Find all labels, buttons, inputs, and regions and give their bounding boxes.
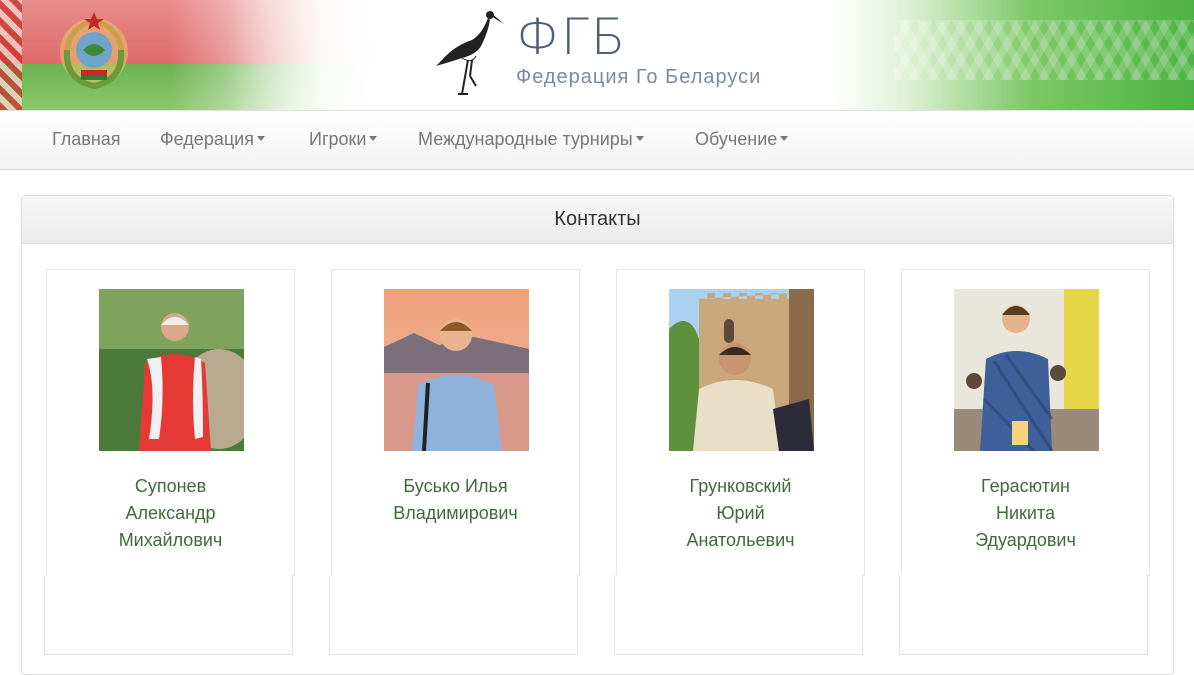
name-line: Супонев bbox=[134, 476, 207, 496]
nav-item-learning[interactable]: Обучение bbox=[695, 129, 789, 150]
nav-item-label: Федерация bbox=[160, 129, 254, 149]
caret-down-icon bbox=[369, 135, 378, 141]
contact-name-link[interactable]: Супонев Александр Михайлович bbox=[47, 473, 294, 554]
contact-card-next bbox=[44, 575, 293, 655]
contact-card-next bbox=[329, 575, 578, 655]
belarus-emblem-icon bbox=[60, 12, 128, 90]
panel-title: Контакты bbox=[22, 196, 1173, 244]
contact-card: Герасютин Никита Эдуардович bbox=[901, 269, 1150, 576]
name-line: Грунковский bbox=[689, 476, 792, 496]
contact-photo[interactable] bbox=[953, 289, 1099, 451]
contact-card-next bbox=[614, 575, 863, 655]
caret-down-icon bbox=[780, 135, 789, 141]
banner-fade bbox=[170, 0, 390, 110]
contact-name-link[interactable]: Герасютин Никита Эдуардович bbox=[902, 473, 1149, 554]
contact-card: Бусько Илья Владимирович bbox=[331, 269, 580, 576]
name-line: Никита bbox=[995, 503, 1056, 523]
contact-photo[interactable] bbox=[668, 289, 814, 451]
name-line: Герасютин bbox=[981, 476, 1070, 496]
name-line: Владимирович bbox=[393, 503, 518, 523]
name-line: Юрий bbox=[716, 503, 765, 523]
nav-item-label: Обучение bbox=[695, 129, 778, 149]
name-line: Бусько Илья bbox=[403, 476, 508, 496]
nav-item-home[interactable]: Главная bbox=[52, 129, 121, 150]
name-line: Анатольевич bbox=[686, 530, 795, 550]
caret-down-icon bbox=[635, 135, 644, 141]
nav-item-federation[interactable]: Федерация bbox=[160, 129, 265, 150]
name-line: Эдуардович bbox=[975, 530, 1076, 550]
contact-photo[interactable] bbox=[383, 289, 529, 451]
logo-title[interactable]: ФГБ bbox=[516, 8, 627, 66]
nav-item-players[interactable]: Игроки bbox=[309, 129, 378, 150]
nav-item-label: Главная bbox=[52, 129, 121, 149]
stork-logo-icon bbox=[436, 11, 504, 95]
caret-down-icon bbox=[256, 135, 265, 141]
name-line: Александр bbox=[125, 503, 216, 523]
nav-item-label: Игроки bbox=[309, 129, 367, 149]
name-line: Михайлович bbox=[118, 530, 223, 550]
logo-subtitle[interactable]: Федерация Го Беларуси bbox=[516, 66, 761, 89]
contact-name-link[interactable]: Грунковский Юрий Анатольевич bbox=[617, 473, 864, 554]
site-banner: ФГБ Федерация Го Беларуси bbox=[0, 0, 1194, 110]
ornament-strip bbox=[0, 0, 22, 110]
nav-item-international-tournaments[interactable]: Международные турниры bbox=[418, 129, 644, 150]
nav-item-label: Международные турниры bbox=[418, 129, 633, 149]
contact-card: Супонев Александр Михайлович bbox=[46, 269, 295, 576]
contact-card-next bbox=[899, 575, 1148, 655]
main-navbar: Главная Федерация Игроки Международные т… bbox=[0, 110, 1194, 170]
ornament-pattern bbox=[894, 20, 1194, 80]
contact-card: Грунковский Юрий Анатольевич bbox=[616, 269, 865, 576]
contact-photo[interactable] bbox=[98, 289, 244, 451]
contact-name-link[interactable]: Бусько Илья Владимирович bbox=[332, 473, 579, 527]
